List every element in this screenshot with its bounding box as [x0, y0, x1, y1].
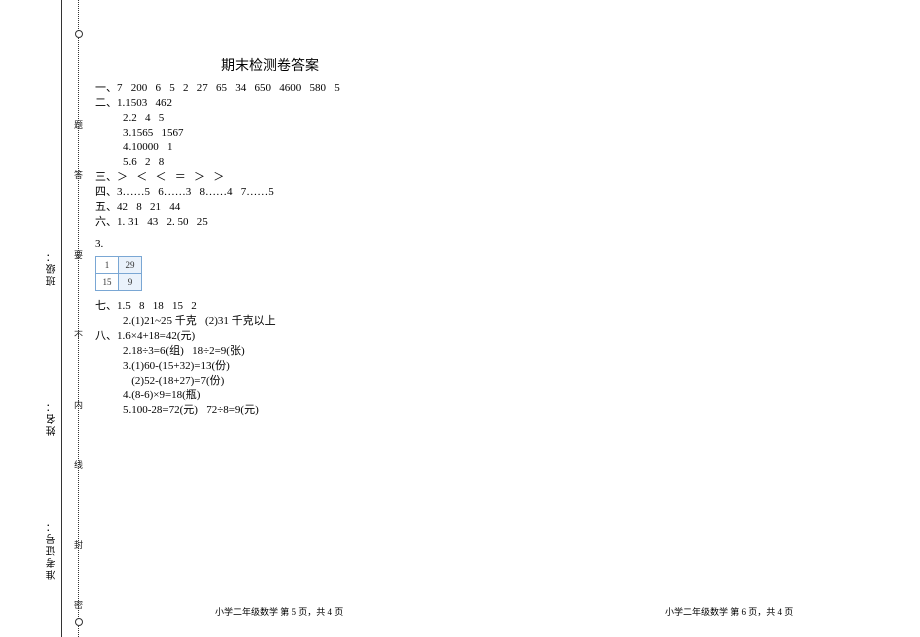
footer-right: 小学二年级数学 第 6 页，共 4 页 — [665, 605, 793, 618]
margin-hint-6: 线 — [72, 460, 85, 475]
answer-line-1: 一、7 200 6 5 2 27 65 34 650 4600 580 5 — [95, 81, 495, 96]
answer-line-15: 2.18÷3=6(组) 18÷2=9(张) — [95, 344, 495, 359]
binding-margin: 班级： 姓名： 准考证号： 题 答 要 不 内 线 封 密 — [0, 0, 82, 637]
page-title: 期末检测卷答案 — [95, 55, 445, 75]
margin-hint-7: 封 — [72, 540, 85, 555]
exam-id-label: 准考证号： — [45, 520, 60, 580]
answer-line-11: 3. — [95, 237, 495, 252]
grid-r1c1: 1 — [96, 257, 119, 274]
margin-hint-3: 要 — [72, 250, 85, 265]
margin-hint-4: 不 — [72, 330, 85, 345]
answer-line-7: 三、＞ ＜ ＜ ＝ ＞ ＞ — [95, 170, 495, 185]
answer-line-18: 4.(8-6)×9=18(瓶) — [95, 388, 495, 403]
margin-hint-2: 答 — [72, 170, 85, 185]
answer-content: 期末检测卷答案 一、7 200 6 5 2 27 65 34 650 4600 … — [95, 55, 495, 418]
punch-circle-top — [75, 30, 83, 38]
answer-line-5: 4.10000 1 — [95, 140, 495, 155]
answer-line-8: 四、3……5 6……3 8……4 7……5 — [95, 185, 495, 200]
footer-left: 小学二年级数学 第 5 页，共 4 页 — [215, 605, 343, 618]
margin-hint-8: 密 — [72, 600, 85, 615]
grid-r1c2: 29 — [119, 257, 142, 274]
answer-line-3: 2.2 4 5 — [95, 111, 495, 126]
solid-divider — [61, 0, 62, 637]
name-label: 姓名： — [45, 400, 60, 436]
answer-line-14: 八、1.6×4+18=42(元) — [95, 329, 495, 344]
answer-line-6: 5.6 2 8 — [95, 155, 495, 170]
punch-circle-bottom — [75, 618, 83, 626]
class-label: 班级： — [45, 250, 60, 286]
answer-line-17: (2)52-(18+27)=7(份) — [95, 374, 495, 389]
answer-line-19: 5.100-28=72(元) 72÷8=9(元) — [95, 403, 495, 418]
grid-r2c1: 15 — [96, 274, 119, 291]
answer-line-10: 六、1. 31 43 2. 50 25 — [95, 215, 495, 230]
answer-line-16: 3.(1)60-(15+32)=13(份) — [95, 359, 495, 374]
answer-line-12: 七、1.5 8 18 15 2 — [95, 299, 495, 314]
answer-line-9: 五、42 8 21 44 — [95, 200, 495, 215]
margin-hint-5: 内 — [72, 400, 85, 415]
answer-line-13: 2.(1)21~25 千克 (2)31 千克以上 — [95, 314, 495, 329]
answer-line-4: 3.1565 1567 — [95, 126, 495, 141]
answer-line-2: 二、1.1503 462 — [95, 96, 495, 111]
margin-hint-1: 题 — [72, 120, 85, 135]
grid-r2c2: 9 — [119, 274, 142, 291]
answer-grid: 1 29 15 9 — [95, 256, 142, 291]
